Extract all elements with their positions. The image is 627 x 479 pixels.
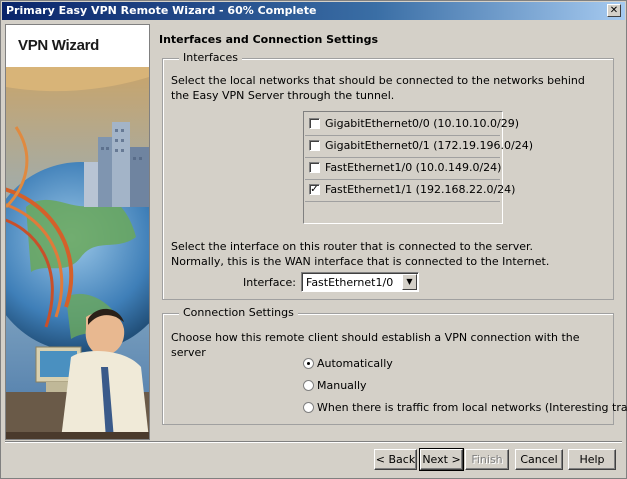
network-checkbox[interactable] <box>309 162 320 173</box>
checkmark-icon: ✓ <box>310 184 319 195</box>
next-button[interactable]: Next > <box>419 448 464 471</box>
vpn-illustration <box>6 67 149 439</box>
network-label: GigabitEthernet0/0 (10.10.10.0/29) <box>325 117 520 130</box>
list-item[interactable]: GigabitEthernet0/0 (10.10.10.0/29) <box>305 113 519 136</box>
list-item[interactable]: ✓ FastEthernet1/1 (192.168.22.0/24) <box>305 179 515 202</box>
wizard-window: Primary Easy VPN Remote Wizard - 60% Com… <box>0 0 627 479</box>
network-label: FastEthernet1/1 (192.168.22.0/24) <box>325 183 516 196</box>
radio-button[interactable] <box>303 358 314 369</box>
help-button[interactable]: Help <box>568 449 616 470</box>
interface-label: Interface: <box>243 276 296 289</box>
radio-label: Automatically <box>317 357 393 370</box>
network-label: FastEthernet1/0 (10.0.149.0/24) <box>325 161 502 174</box>
server-interface-description: Select the interface on this router that… <box>171 240 550 268</box>
connection-settings-group: Connection Settings Choose how this remo… <box>162 306 627 425</box>
wizard-sidebar: VPN Wizard <box>5 24 150 440</box>
chevron-down-icon[interactable]: ▼ <box>402 274 417 290</box>
close-button[interactable]: ✕ <box>607 4 621 17</box>
interface-select[interactable]: FastEthernet1/0 ▼ <box>301 272 419 292</box>
interfaces-description: Select the local networks that should be… <box>171 74 585 102</box>
page-title: Interfaces and Connection Settings <box>159 33 379 46</box>
radio-label: Manually <box>317 379 367 392</box>
network-label: GigabitEthernet0/1 (172.19.196.0/24) <box>325 139 534 152</box>
title-bar[interactable]: Primary Easy VPN Remote Wizard - 60% Com… <box>2 2 625 20</box>
close-icon: ✕ <box>609 5 619 16</box>
button-separator <box>5 441 622 443</box>
window-title: Primary Easy VPN Remote Wizard - 60% Com… <box>6 4 317 17</box>
network-list[interactable]: GigabitEthernet0/0 (10.10.10.0/29) Gigab… <box>303 111 533 224</box>
network-checkbox[interactable]: ✓ <box>309 184 320 195</box>
finish-button: Finish <box>465 449 509 470</box>
network-checkbox[interactable] <box>309 118 320 129</box>
list-item[interactable]: GigabitEthernet0/1 (172.19.196.0/24) <box>305 135 533 158</box>
radio-button[interactable] <box>303 380 314 391</box>
network-checkbox[interactable] <box>309 140 320 151</box>
back-button[interactable]: < Back <box>374 449 417 470</box>
radio-button[interactable] <box>303 402 314 413</box>
list-item[interactable]: FastEthernet1/0 (10.0.149.0/24) <box>305 157 502 180</box>
wizard-title: VPN Wizard <box>18 37 100 54</box>
interfaces-legend: Interfaces <box>179 51 242 64</box>
connection-description: Choose how this remote client should est… <box>171 331 580 359</box>
interface-select-value: FastEthernet1/0 <box>306 276 394 289</box>
radio-selected-dot <box>307 362 310 365</box>
connection-settings-legend: Connection Settings <box>179 306 298 319</box>
cancel-button[interactable]: Cancel <box>515 449 563 470</box>
wizard-content: Interfaces and Connection Settings Inter… <box>151 24 627 438</box>
radio-label: When there is traffic from local network… <box>317 401 627 414</box>
sidebar-header: VPN Wizard <box>6 25 149 67</box>
interfaces-group: Interfaces Select the local networks tha… <box>162 51 614 300</box>
